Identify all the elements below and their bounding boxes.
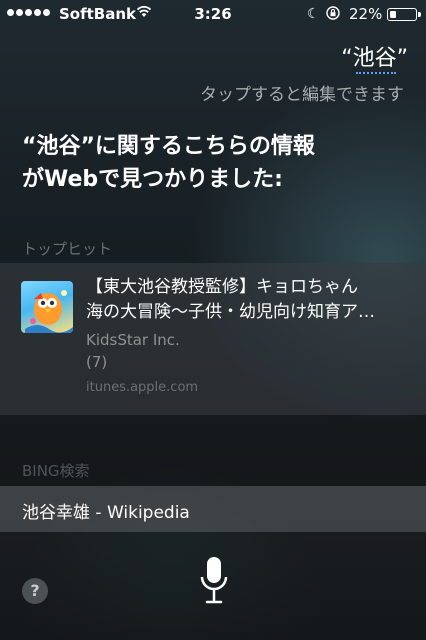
web-result-label: 池谷幸雄 - Wikipedia [22, 503, 190, 523]
app-icon [21, 281, 73, 333]
top-hit-card[interactable]: 【東大池谷教授監修】キョロちゃん 海の大冒険〜子供・幼児向け知育ア… KidsS… [0, 263, 426, 415]
siri-query[interactable]: “池谷” [341, 40, 408, 74]
app-rating-count: (7) [86, 353, 108, 371]
bing-section-label: BING検索 [22, 462, 90, 480]
app-title: 【東大池谷教授監修】キョロちゃん 海の大冒険〜子供・幼児向け知育ア… [86, 275, 411, 325]
siri-response: “池谷”に関するこちらの情報 がWebで見つかりました: [22, 130, 412, 196]
web-result-item[interactable]: 池谷幸雄 - Wikipedia [0, 486, 426, 532]
help-icon[interactable]: ? [22, 578, 48, 604]
app-title-line-1: 【東大池谷教授監修】キョロちゃん [86, 277, 358, 297]
siri-response-line-1: “池谷”に関するこちらの情報 [22, 134, 315, 159]
query-text: “池谷” [341, 46, 408, 71]
battery-fill [390, 11, 397, 18]
microphone-icon[interactable] [199, 555, 229, 607]
moon-icon: ☾ [307, 6, 320, 22]
tap-to-edit-hint: タップすると編集できます [200, 85, 404, 105]
orientation-lock-icon [326, 6, 340, 20]
top-hit-section-label: トップヒット [22, 240, 113, 258]
owl-character-icon [25, 290, 73, 333]
app-title-line-2: 海の大冒険〜子供・幼児向け知育ア… [86, 302, 375, 322]
query-underline [356, 72, 396, 74]
siri-response-line-2: がWebで見つかりました: [22, 167, 283, 192]
battery-percent: 22% [349, 5, 383, 23]
app-developer: KidsStar Inc. [86, 331, 180, 349]
app-source-domain: itunes.apple.com [86, 380, 199, 395]
status-bar: SoftBank 3:26 ☾ 22% [0, 0, 426, 28]
battery-icon [387, 8, 421, 21]
